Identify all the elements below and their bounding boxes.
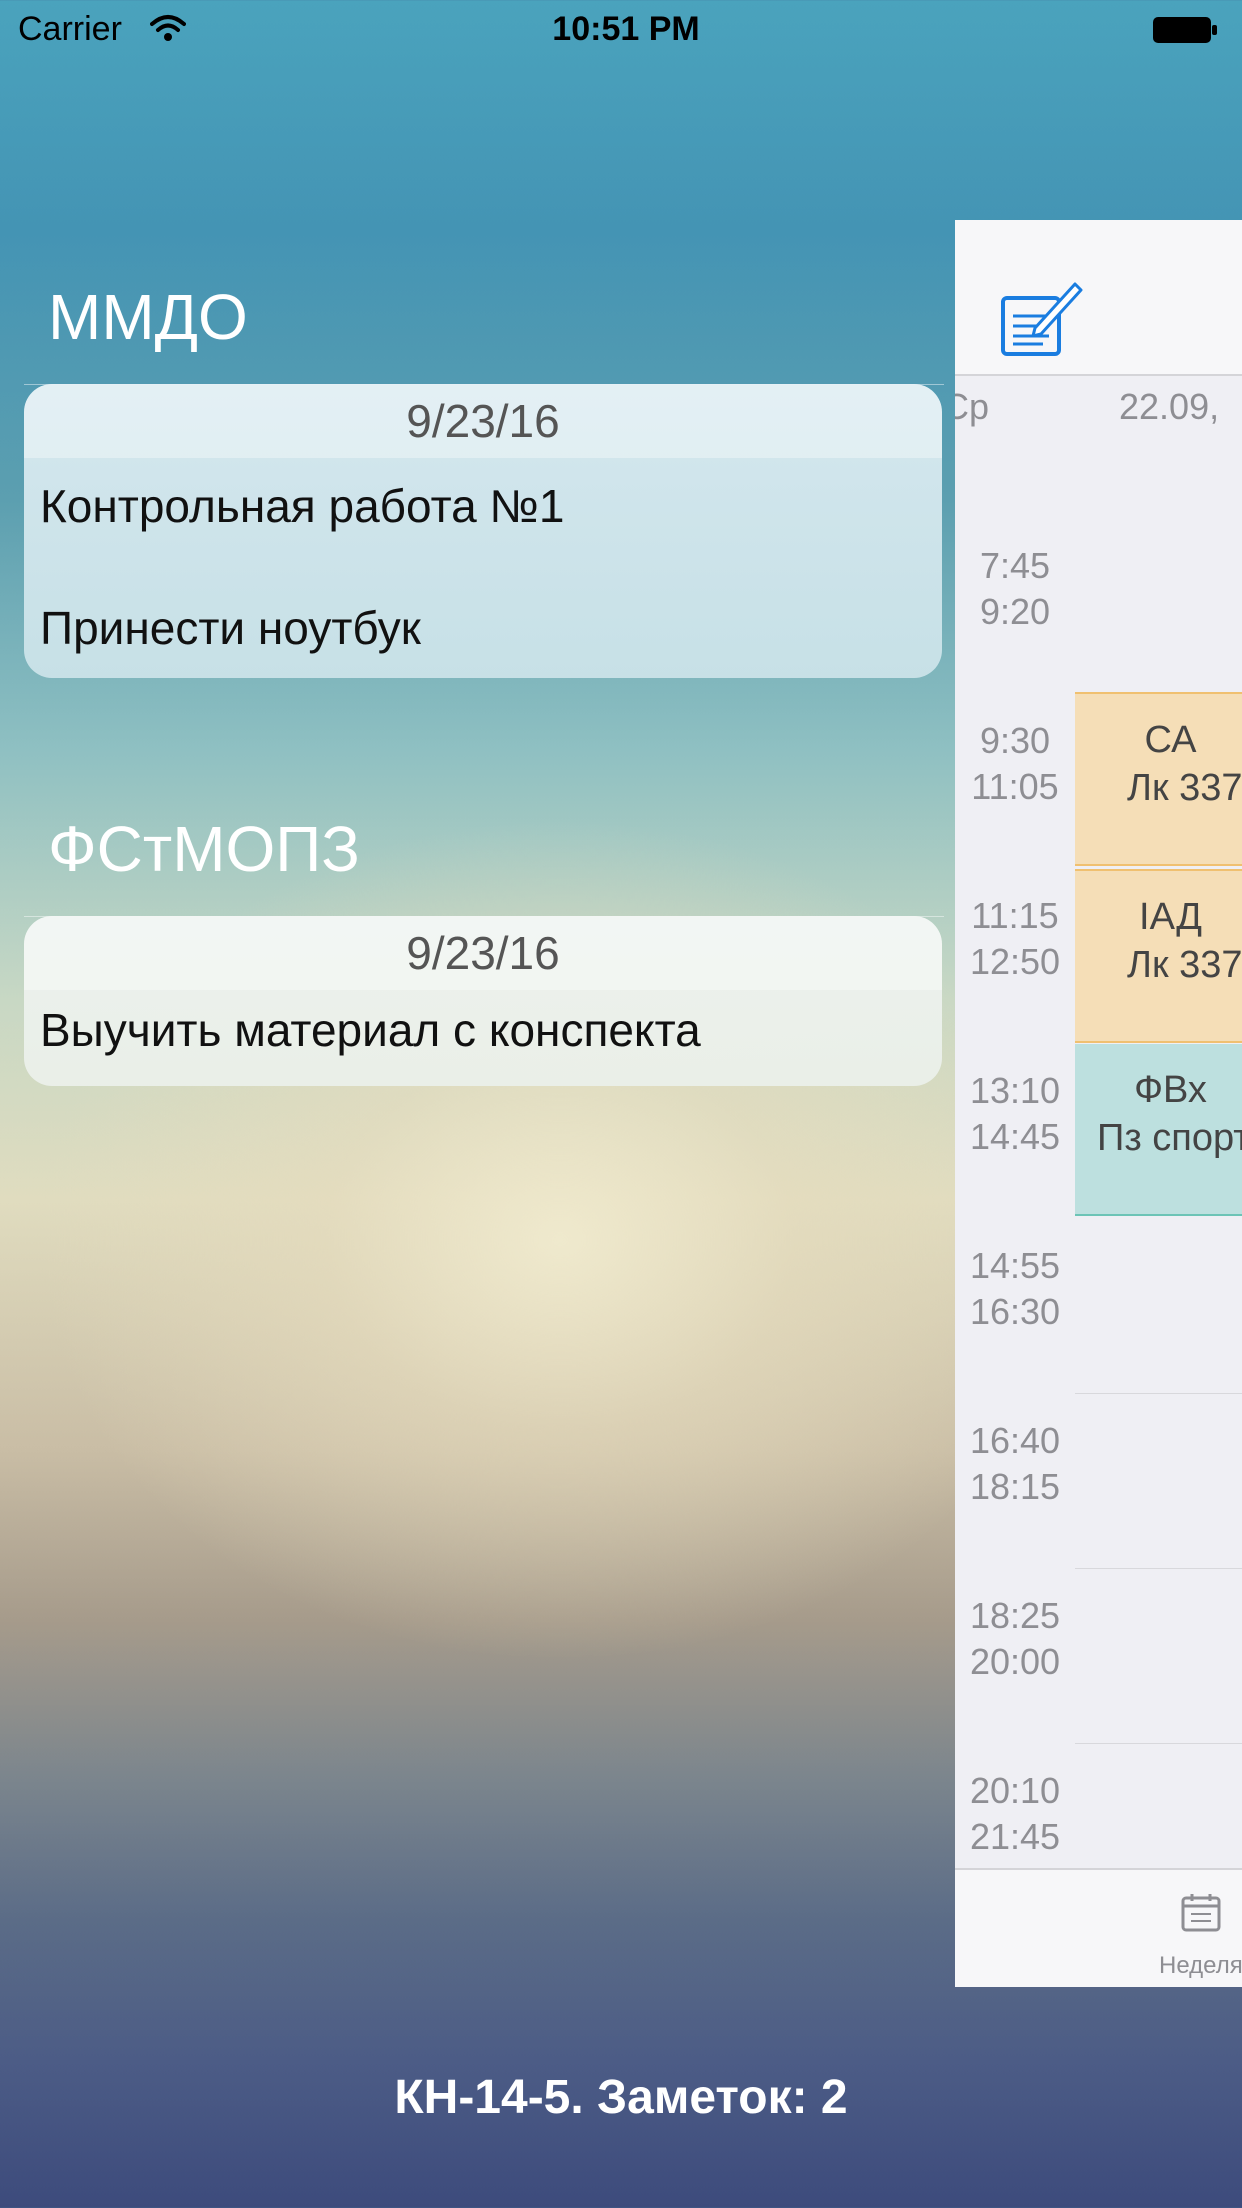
- day-name: Ср: [955, 386, 990, 427]
- lesson-cell[interactable]: ФВх Пз спорт: [1075, 1044, 1242, 1216]
- note-card[interactable]: 9/23/16 Контрольная работа №1 Принести н…: [24, 384, 942, 678]
- slot-end: 16:30: [969, 1291, 1061, 1332]
- slot-time: 13:10 14:45: [955, 1068, 1075, 1160]
- time-slot: 18:25 20:00: [955, 1593, 1242, 1768]
- tab-bar: Неделя: [955, 1868, 1242, 1987]
- slot-end: 12:50: [969, 941, 1061, 982]
- footer-summary: КН-14-5. Заметок: 2: [394, 2071, 848, 2124]
- slot-time: 20:10 21:45: [955, 1768, 1075, 1860]
- slot-divider: [1075, 1743, 1242, 1744]
- slot-divider: [1075, 1568, 1242, 1569]
- lesson-detail: Пз спорт: [1097, 1117, 1242, 1159]
- time-slot[interactable]: 11:15 12:50 ІАД Лк 337: [955, 869, 1242, 1068]
- schedule-header: [955, 220, 1242, 376]
- slot-end: 21:45: [969, 1816, 1061, 1857]
- lesson-title: ІАД: [1139, 896, 1202, 938]
- day-header: Ср 22.09,: [955, 386, 1242, 446]
- note-line: Контрольная работа №1: [40, 480, 565, 532]
- subject-title: ФСтМОПЗ: [48, 813, 360, 885]
- note-date: 9/23/16: [24, 916, 942, 990]
- slot-start: 14:55: [969, 1245, 1061, 1286]
- note-line: Выучить материал с конспекта: [40, 1004, 701, 1056]
- lesson-cell[interactable]: ІАД Лк 337: [1075, 869, 1242, 1043]
- schedule-panel[interactable]: Ср 22.09, 7:45 9:20 9:30 11:05 СА Лк 337…: [955, 220, 1242, 1987]
- slot-start: 18:25: [969, 1595, 1061, 1636]
- battery-icon: [1152, 16, 1218, 44]
- subject-title: ММДО: [48, 281, 248, 353]
- slot-end: 20:00: [969, 1641, 1061, 1682]
- slot-end: 11:05: [971, 766, 1059, 807]
- edit-notes-icon[interactable]: [999, 276, 1083, 363]
- slot-time: 18:25 20:00: [955, 1593, 1075, 1685]
- note-card[interactable]: 9/23/16 Выучить материал с конспекта: [24, 916, 942, 1086]
- slot-start: 16:40: [969, 1420, 1061, 1461]
- slot-time: 14:55 16:30: [955, 1243, 1075, 1335]
- slot-start: 20:10: [969, 1770, 1061, 1811]
- time-slot[interactable]: 9:30 11:05 СА Лк 337: [955, 692, 1242, 893]
- slot-time: 11:15 12:50: [955, 893, 1075, 985]
- time-slot: 14:55 16:30: [955, 1243, 1242, 1418]
- lesson-detail: Лк 337: [1127, 767, 1242, 809]
- lesson-title: ФВх: [1134, 1069, 1207, 1111]
- tab-week[interactable]: Неделя: [1159, 1952, 1242, 1980]
- slot-start: 11:15: [971, 895, 1059, 936]
- slot-start: 13:10: [969, 1070, 1061, 1111]
- slot-end: 9:20: [979, 591, 1051, 632]
- calendar-icon[interactable]: [1181, 1892, 1221, 1937]
- slot-end: 14:45: [969, 1116, 1061, 1157]
- slot-end: 18:15: [969, 1466, 1061, 1507]
- slot-time: 7:45 9:20: [955, 543, 1075, 635]
- slot-start: 9:30: [979, 720, 1051, 761]
- note-line: Принести ноутбук: [40, 602, 421, 654]
- clock: 10:51 PM: [552, 10, 700, 48]
- time-slot[interactable]: 13:10 14:45 ФВх Пз спорт: [955, 1044, 1242, 1243]
- lesson-cell[interactable]: СА Лк 337: [1075, 692, 1242, 866]
- note-date: 9/23/16: [24, 384, 942, 458]
- lesson-detail: Лк 337: [1127, 944, 1242, 986]
- slot-divider: [1075, 1393, 1242, 1394]
- slot-time: 16:40 18:15: [955, 1418, 1075, 1510]
- status-bar: Carrier 10:51 PM: [0, 0, 1242, 62]
- lesson-title: СА: [1144, 719, 1197, 761]
- slot-start: 7:45: [979, 545, 1051, 586]
- time-slot: 16:40 18:15: [955, 1418, 1242, 1593]
- day-date: 22.09,: [1119, 386, 1220, 427]
- slot-time: 9:30 11:05: [955, 718, 1075, 810]
